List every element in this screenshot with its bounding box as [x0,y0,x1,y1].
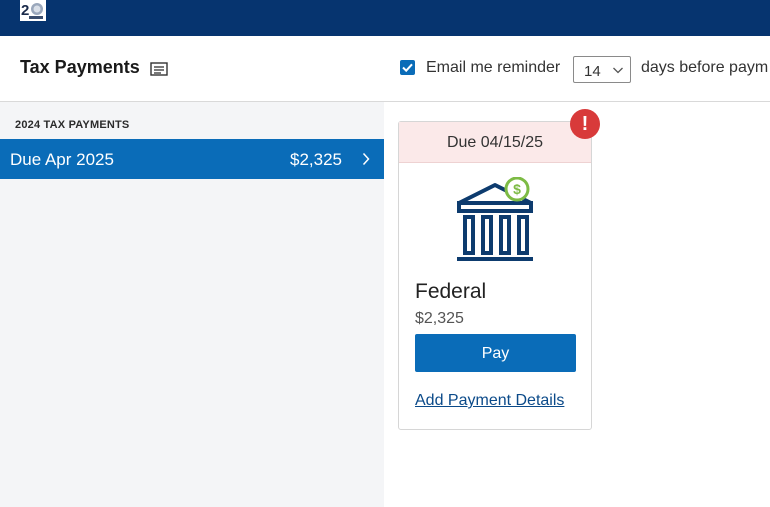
logo-icon[interactable]: 2 [20,0,46,21]
chevron-right-icon [362,152,370,166]
sidebar-item-due-apr-2025[interactable]: Due Apr 2025 $2,325 [0,139,384,179]
reminder-days-select[interactable]: 14 [573,56,631,83]
card-due-header: Due 04/15/25 [399,122,591,163]
sidebar-section-heading: 2024 TAX PAYMENTS [15,119,130,131]
payment-card: Due 04/15/25 $ Federal $2,325 Pay Add Pa… [398,121,592,430]
days-before-label: days before paym [641,59,769,76]
reminder-days-value: 14 [584,63,601,80]
card-name: Federal [415,280,487,303]
pay-button[interactable]: Pay [415,334,576,372]
svg-text:$: $ [513,181,521,197]
page-title: Tax Payments [20,57,140,77]
checkmark-icon [402,63,413,73]
card-amount: $2,325 [415,310,464,327]
chevron-down-icon [613,67,623,74]
alert-icon: ! [570,109,600,139]
sidebar-item-label: Due Apr 2025 [10,150,114,169]
email-reminder-label: Email me reminder [426,59,561,76]
bank-building-icon: $ [457,177,533,261]
page-header: Tax Payments Email me reminder 14 days b… [0,36,770,102]
notes-icon[interactable] [150,61,168,77]
card-due-date: Due 04/15/25 [446,134,544,151]
sidebar-item-amount: $2,325 [290,150,342,169]
top-bar: 2 [0,0,770,36]
svg-text:2: 2 [21,2,29,19]
email-reminder-checkbox[interactable] [400,60,415,75]
sidebar: 2024 TAX PAYMENTS Due Apr 2025 $2,325 [0,102,384,507]
add-payment-details-link[interactable]: Add Payment Details [415,392,564,410]
